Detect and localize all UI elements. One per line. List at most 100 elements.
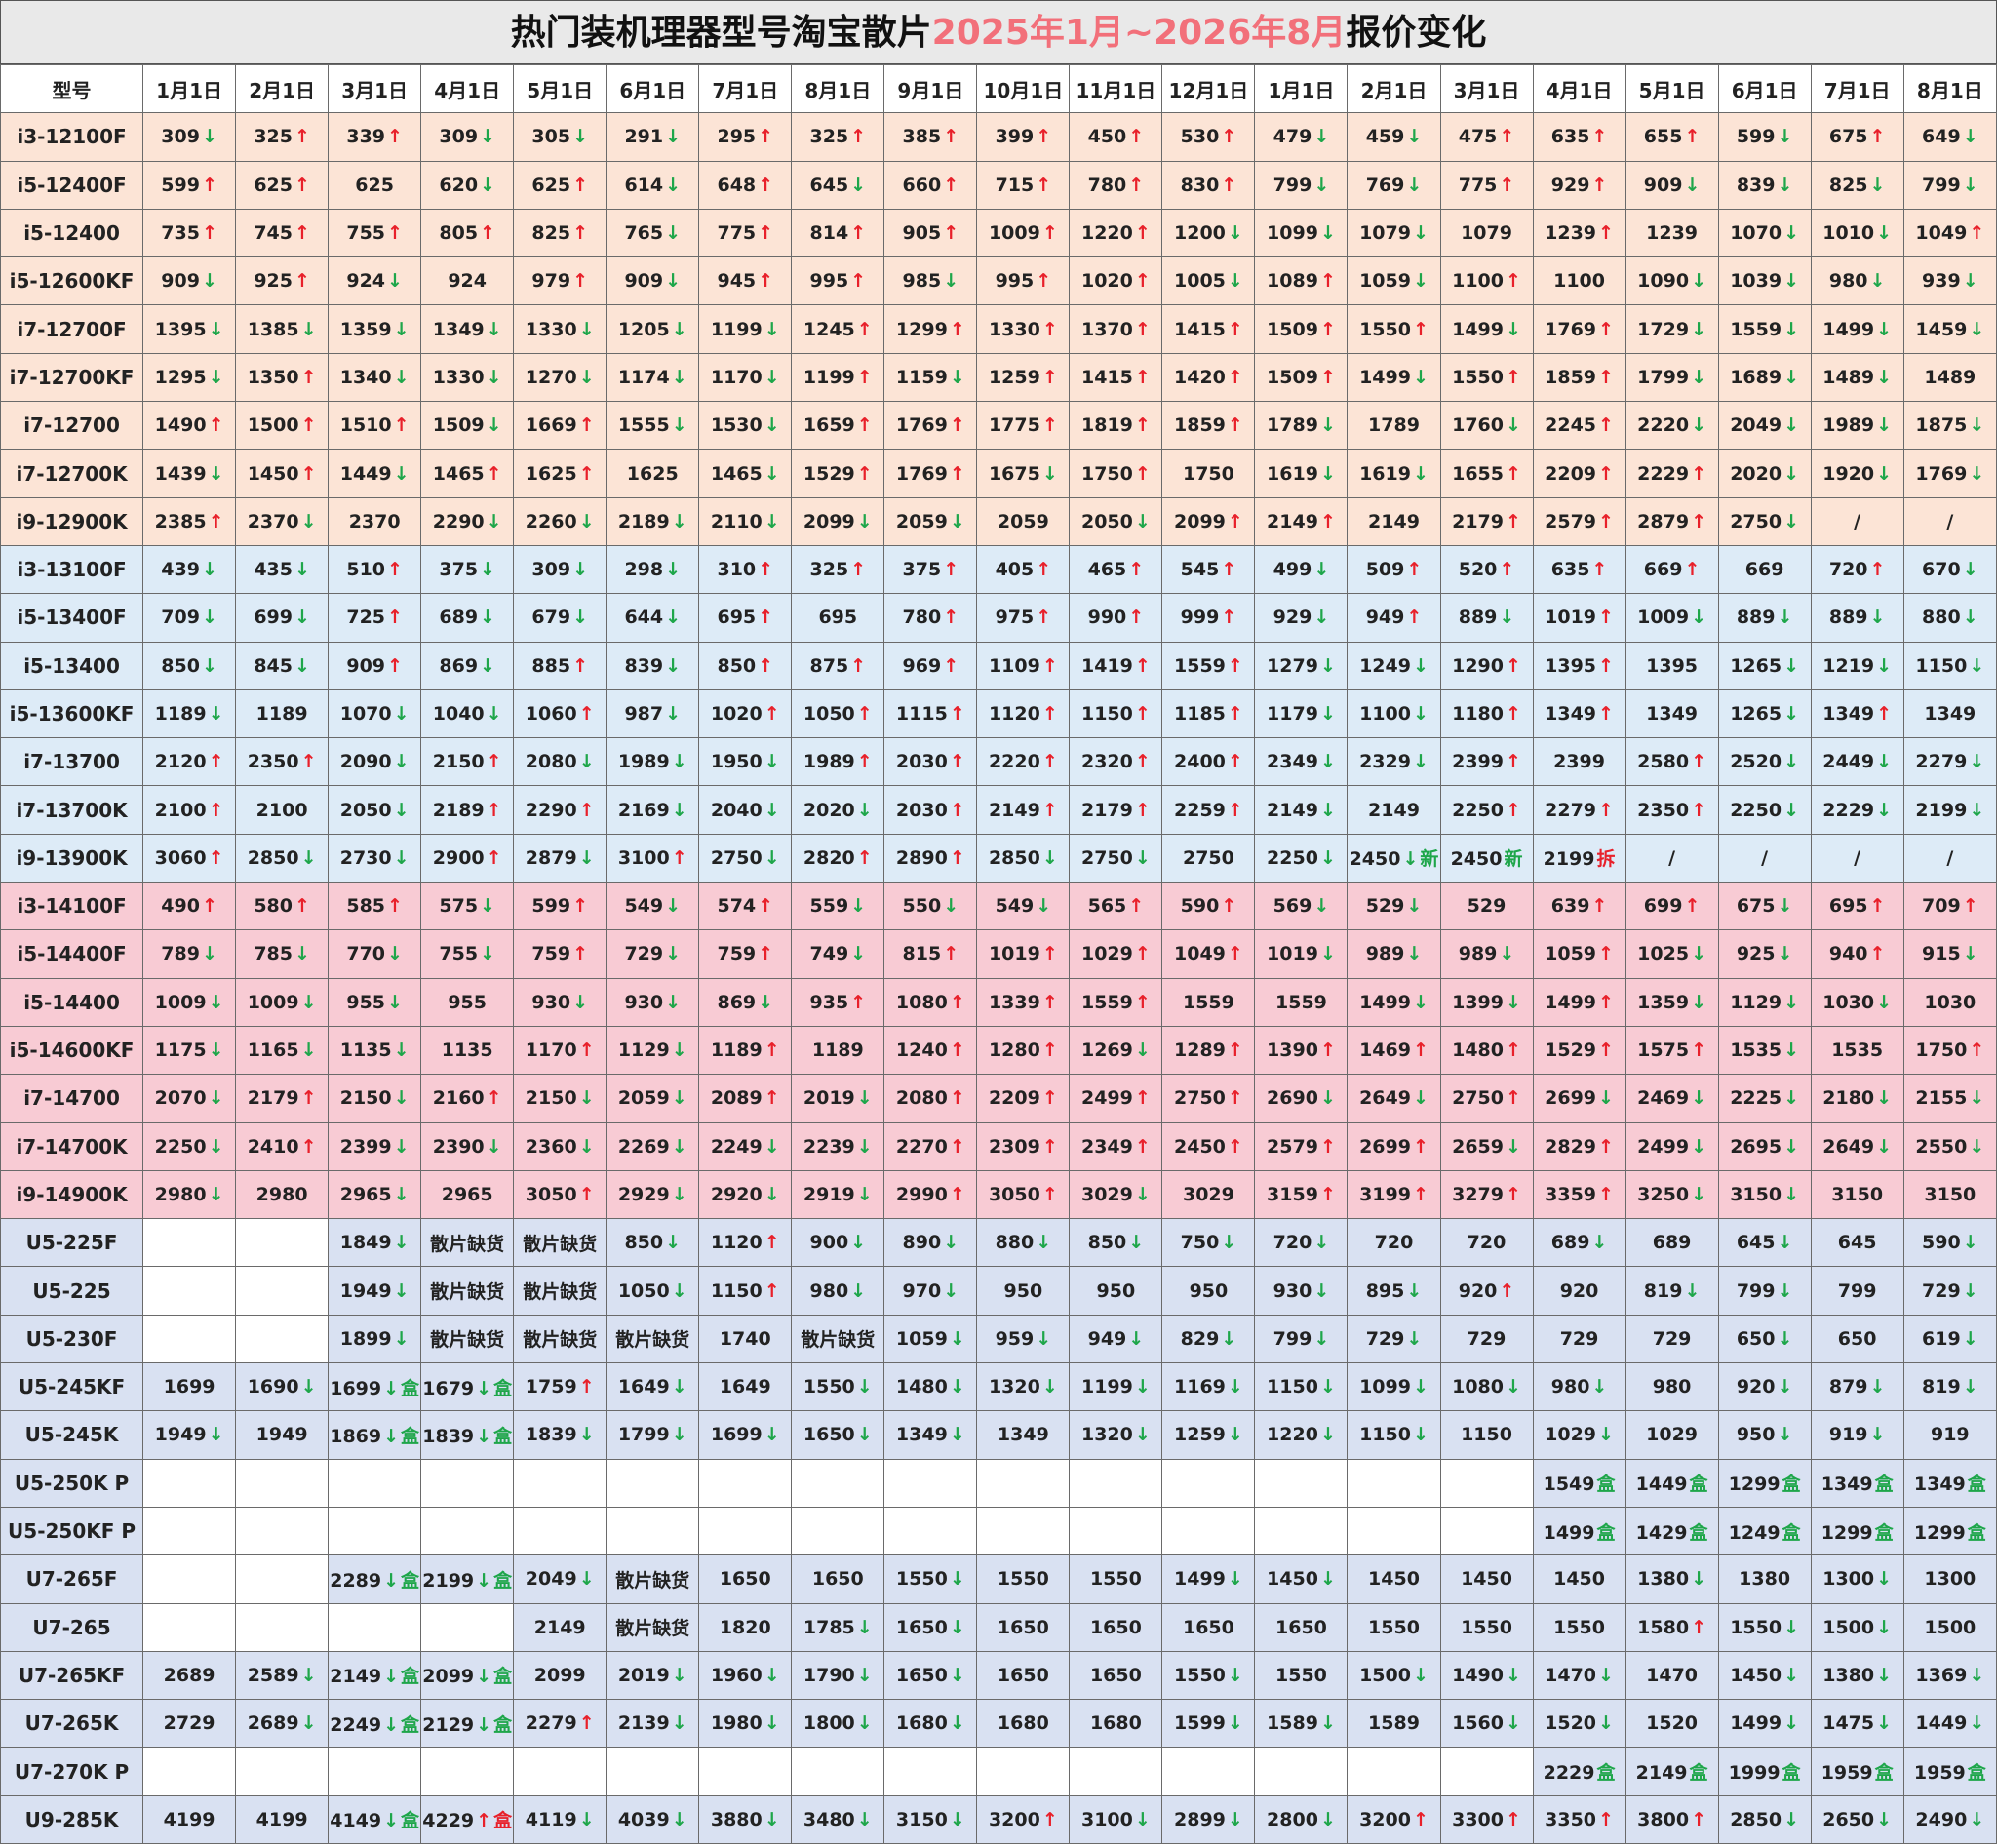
price-cell: 2659 ↓ <box>1439 1121 1534 1171</box>
price-value: 1820 <box>719 1616 771 1638</box>
price-value: 1450 <box>1267 1568 1318 1591</box>
price-cell: 920 <box>1532 1266 1626 1316</box>
arrow-down-icon: ↓ <box>1969 1808 1985 1830</box>
price-cell: 2829 ↑ <box>1532 1121 1626 1171</box>
price-cell: 2250 ↑ <box>1439 785 1534 835</box>
price-cell: 720 <box>1439 1218 1534 1268</box>
price-value: 549 <box>995 895 1035 918</box>
arrow-down-icon: ↓ <box>1691 1568 1706 1591</box>
price-value: 1699 <box>710 1424 763 1446</box>
price-cell: 599 ↓ <box>1717 112 1812 162</box>
arrow-down-icon: ↓ <box>1506 414 1521 437</box>
price-cell: 2149 ↓ <box>1254 785 1349 835</box>
price-value: 875 <box>809 654 849 677</box>
price-cell <box>235 1218 330 1268</box>
arrow-down-icon: ↓ <box>850 1232 867 1254</box>
price-value: 1415 <box>1174 318 1226 340</box>
price-cell: 2399 ↑ <box>1439 737 1534 787</box>
price-cell: 895 ↓ <box>1347 1266 1441 1316</box>
price-cell: 909 ↓ <box>142 256 237 306</box>
price-cell: 1550 <box>1069 1554 1163 1604</box>
price-value: 2659 <box>1452 1135 1504 1158</box>
arrow-up-icon: ↑ <box>1041 222 1058 245</box>
arrow-down-icon: ↓ <box>1313 607 1330 629</box>
price-cell: 1395 ↑ <box>1532 641 1626 690</box>
price-value: 920 <box>1559 1279 1599 1302</box>
price-cell: 1465 ↑ <box>420 449 515 498</box>
arrow-up-icon: ↑ <box>387 126 403 148</box>
price-value: 1239 <box>1646 222 1699 245</box>
arrow-up-icon: ↑ <box>764 1232 780 1254</box>
price-cell: 2080 ↓ <box>513 737 607 787</box>
arrow-down-icon: ↓ <box>1876 1664 1893 1686</box>
price-cell: 1769 ↑ <box>883 449 978 498</box>
arrow-up-icon: ↑ <box>1598 366 1614 388</box>
arrow-up-icon: ↑ <box>1036 559 1052 581</box>
price-cell: 780 ↑ <box>1069 160 1163 210</box>
price-value: 1060 <box>525 703 577 725</box>
arrow-up-icon: ↑ <box>1506 366 1521 388</box>
arrow-down-icon: ↓ <box>1783 654 1800 677</box>
price-value: 3200 <box>988 1808 1040 1830</box>
price-cell: 1349 ↑ <box>1532 688 1626 739</box>
price-value: 869 <box>439 654 479 677</box>
table-row: U5-225 1949 ↓ 散片缺货 散片缺货 1050 ↓ 1150 ↑ 980 ↓ 970 ↓ 950… <box>0 1266 1997 1316</box>
price-value: 325 <box>809 126 849 148</box>
price-cell <box>235 1458 330 1508</box>
price-cell: 2920 ↓ <box>698 1169 793 1220</box>
arrow-down-icon: ↓ <box>1406 1279 1423 1302</box>
price-value: 559 <box>809 895 849 918</box>
price-cell: 散片缺货 <box>420 1314 515 1364</box>
header-month: 8月1日 <box>1902 63 1997 114</box>
price-value: 1380 <box>1739 1568 1791 1591</box>
arrow-down-icon: ↓ <box>1134 1376 1151 1398</box>
price-cell: 475 ↑ <box>1439 112 1534 162</box>
arrow-down-icon: ↓ <box>1783 270 1800 293</box>
price-tag: 盒 <box>401 1425 420 1447</box>
price-value: 2209 <box>1545 462 1597 485</box>
arrow-down-icon: ↓ <box>1869 174 1886 196</box>
price-cell: 1509 ↑ <box>1254 304 1349 354</box>
price-cell: 1059 ↑ <box>1532 929 1626 979</box>
price-value: 1535 <box>1831 1040 1884 1062</box>
price-cell: 1550 <box>1347 1602 1441 1652</box>
price-cell: 1509 ↓ <box>420 401 515 451</box>
header-model: 型号 <box>0 63 144 114</box>
arrow-down-icon: ↓ <box>949 1376 965 1398</box>
price-cell: 689 ↓ <box>1532 1218 1626 1268</box>
price-cell: 1989 ↑ <box>791 737 885 787</box>
price-cell: 1380 ↓ <box>1625 1554 1719 1604</box>
arrow-down-icon: ↓ <box>764 846 780 869</box>
arrow-down-icon: ↓ <box>208 1087 224 1110</box>
price-cell: 3150 <box>1810 1169 1904 1220</box>
price-value: 1115 <box>895 703 948 725</box>
arrow-down-icon: ↓ <box>1962 943 1978 965</box>
price-tag: 盒 <box>401 1569 420 1592</box>
price-cell: 2350 ↑ <box>1625 785 1719 835</box>
price-cell: 785 ↓ <box>235 929 330 979</box>
model-name: U9-285K <box>0 1794 144 1844</box>
arrow-down-icon: ↓ <box>1598 1087 1614 1110</box>
price-value: 695 <box>717 607 757 629</box>
price-value: 1109 <box>988 654 1040 677</box>
arrow-up-icon: ↑ <box>1041 654 1058 677</box>
price-value: 1550 <box>1368 1616 1420 1638</box>
price-cell: 1265 ↓ <box>1717 641 1812 690</box>
price-cell: 1135 <box>420 1025 515 1076</box>
price-cell: 1259 ↓ <box>1161 1410 1256 1460</box>
arrow-down-icon: ↓ <box>764 1183 780 1205</box>
arrow-up-icon: ↑ <box>1598 1135 1614 1158</box>
price-value: 599 <box>531 895 571 918</box>
arrow-down-icon: ↓ <box>1227 1712 1243 1735</box>
price-tag: 盒 <box>1596 1474 1616 1496</box>
price-value: 1740 <box>719 1327 771 1350</box>
price-cell <box>420 1602 515 1652</box>
arrow-up-icon: ↑ <box>949 414 965 437</box>
price-cell: 2385 ↑ <box>142 496 237 546</box>
price-value: 749 <box>809 943 849 965</box>
price-value: 1699 <box>163 1376 215 1398</box>
price-tag: 盒 <box>1967 1521 1986 1544</box>
price-cell: 619 ↓ <box>1902 1314 1997 1364</box>
price-value: 879 <box>1828 1376 1868 1398</box>
price-cell: 1649 ↓ <box>606 1362 700 1412</box>
